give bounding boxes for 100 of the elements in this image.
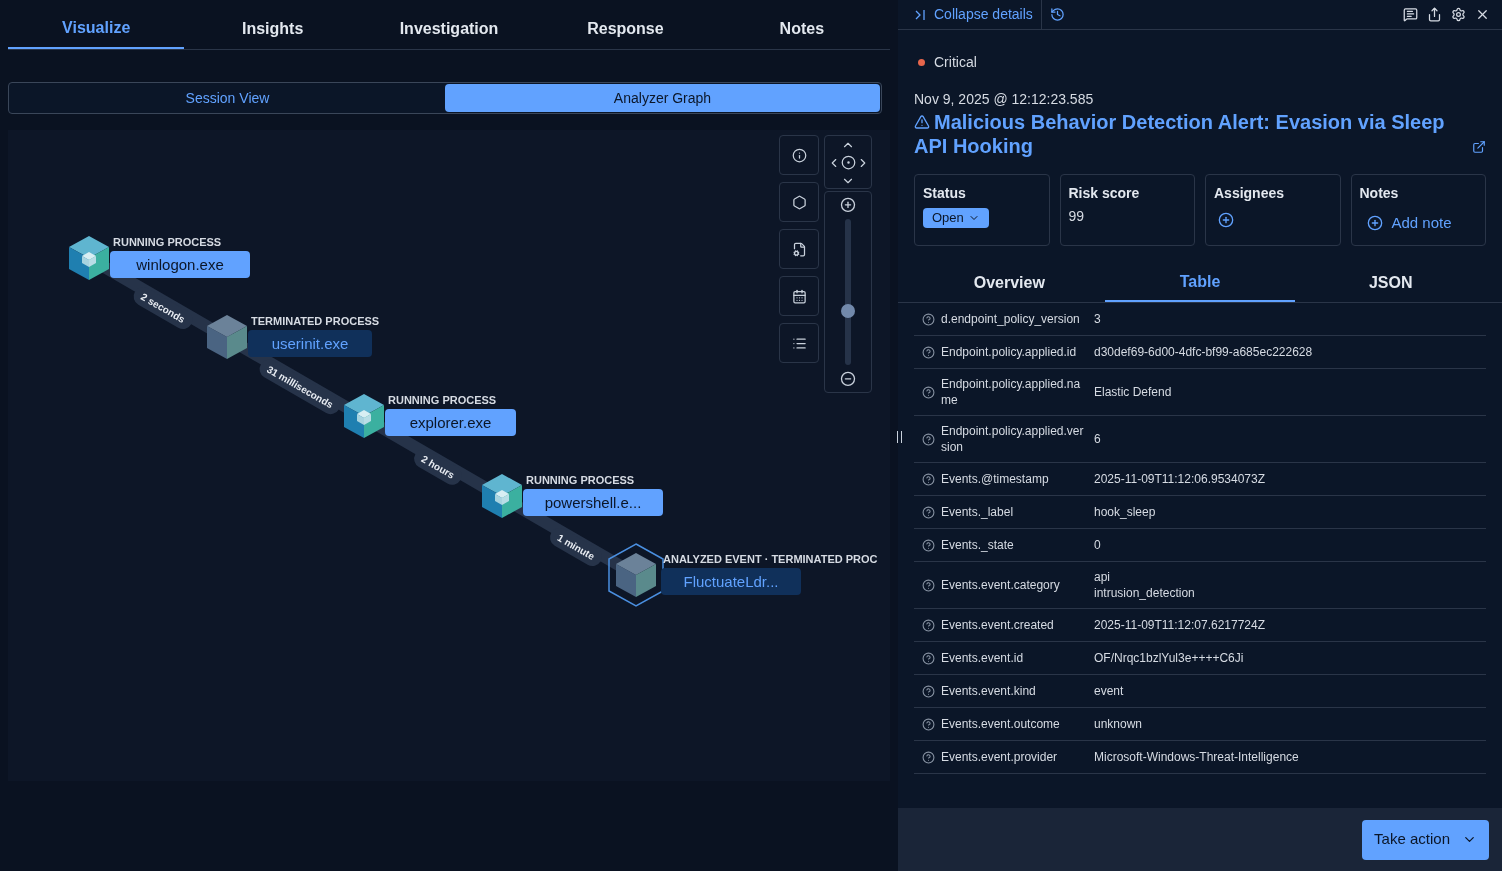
collapse-details-button[interactable]: Collapse details (914, 0, 1042, 29)
node-type-label: RUNNING PROCESS (388, 395, 497, 406)
field-type-icon (922, 684, 935, 698)
field-name: Endpoint.policy.applied.name (941, 376, 1082, 408)
process-name-button[interactable]: FluctuateLdr... (661, 568, 801, 595)
field-value: 2025-11-09T11:12:07.6217724Z (1094, 617, 1266, 633)
zoom-out-icon[interactable] (840, 371, 856, 387)
field-value: 6 (1094, 431, 1101, 447)
tab[interactable]: Visualize (8, 0, 185, 49)
field-name: Events._label (941, 504, 1015, 520)
field-name: Events.@timestamp (941, 471, 1050, 487)
document-gear-button[interactable] (779, 229, 819, 269)
tab[interactable]: Investigation (360, 0, 538, 49)
field-name: Events.event.kind (941, 683, 1037, 699)
field-type-icon (922, 717, 935, 731)
zoom-slider-thumb[interactable] (841, 304, 855, 319)
field-type-icon (922, 312, 935, 326)
pan-control[interactable] (824, 135, 872, 189)
risk-score-value: 99 (1068, 207, 1086, 226)
card-title: Notes (1359, 184, 1400, 203)
hexagon-button[interactable] (779, 182, 819, 222)
tab[interactable]: Notes (713, 0, 891, 49)
collapse-icon (914, 8, 926, 21)
document-gear-icon (791, 241, 807, 257)
field-name: Events.event.id (941, 650, 1025, 666)
field-type-icon (922, 505, 935, 519)
detail-tab[interactable]: JSON (1295, 264, 1486, 302)
field-value: api (1094, 569, 1111, 585)
cube-icon[interactable] (68, 235, 110, 281)
node-type-label: ANALYZED EVENT · TERMINATED PROC (663, 554, 878, 565)
card-title: Risk score (1068, 184, 1141, 203)
node-type-label: RUNNING PROCESS (113, 237, 222, 248)
field-type-icon (922, 618, 935, 632)
list-button[interactable] (779, 323, 819, 363)
field-value: event (1094, 683, 1124, 699)
alert-timestamp: Nov 9, 2025 @ 12:12:23.585 (914, 90, 1095, 109)
field-value: hook_sleep (1094, 504, 1156, 520)
process-name-button[interactable]: userinit.exe (248, 330, 372, 357)
severity-label: Critical (934, 53, 977, 72)
field-name: Events.event.outcome (941, 716, 1061, 732)
history-icon[interactable] (1049, 7, 1065, 22)
field-type-icon (922, 750, 935, 764)
field-type-icon (922, 432, 935, 446)
cube-icon[interactable] (343, 393, 385, 439)
field-value: 3 (1094, 311, 1101, 327)
add-assignee-icon[interactable] (1218, 212, 1234, 228)
view-toggle-option[interactable]: Session View (10, 84, 445, 112)
view-toggle-option[interactable]: Analyzer Graph (445, 84, 880, 112)
field-name: Events._state (941, 537, 1015, 553)
field-type-icon (922, 345, 935, 359)
field-name: Events.event.provider (941, 749, 1059, 765)
field-value: d30def69-6d00-4dfc-bf99-a685ec222628 (1094, 344, 1313, 360)
status-badge[interactable]: Open (923, 208, 989, 228)
plus-icon (1366, 215, 1383, 232)
field-type-icon (922, 472, 935, 486)
warning-icon (914, 114, 930, 130)
calendar-button[interactable] (779, 276, 819, 316)
field-type-icon (922, 385, 935, 399)
settings-icon[interactable] (1451, 7, 1466, 22)
center-icon[interactable] (841, 155, 856, 170)
card-title: Status (923, 184, 967, 203)
process-name-button[interactable]: winlogon.exe (110, 251, 250, 278)
field-name: Events.event.category (941, 577, 1061, 593)
field-type-icon (922, 651, 935, 665)
field-name: Events.event.created (941, 617, 1055, 633)
comment-icon[interactable] (1403, 7, 1418, 22)
add-note-button[interactable]: Add note (1366, 212, 1452, 235)
info-icon (791, 147, 807, 163)
process-name-button[interactable]: explorer.exe (385, 409, 516, 436)
field-type-icon (922, 578, 935, 592)
field-name: Endpoint.policy.applied.version (941, 423, 1085, 455)
tab[interactable]: Response (537, 0, 714, 49)
graph-canvas[interactable] (8, 130, 890, 781)
alert-title-link[interactable]: Malicious Behavior Detection Alert: Evasion via Sleep API Hooking (914, 110, 1472, 158)
card-title: Assignees (1214, 184, 1286, 203)
field-value: intrusion_detection (1094, 585, 1195, 601)
hexagon-icon (791, 194, 807, 210)
take-action-button[interactable]: Take action (1362, 819, 1489, 860)
zoom-in-icon[interactable] (840, 197, 856, 213)
process-name-button[interactable]: powershell.e... (523, 489, 663, 516)
field-name: Endpoint.policy.applied.id (941, 344, 1078, 360)
node-type-label: TERMINATED PROCESS (251, 316, 380, 327)
list-icon (791, 335, 807, 351)
field-value: Microsoft-Windows-Threat-Intelligence (1094, 749, 1299, 765)
panel-resize-handle[interactable] (897, 431, 902, 443)
field-name: d.endpoint_policy_version (941, 311, 1081, 327)
field-value: 2025-11-09T11:12:06.9534073Z (1094, 471, 1266, 487)
info-button[interactable] (779, 135, 819, 175)
cube-icon[interactable] (481, 473, 523, 519)
calendar-icon (791, 288, 807, 304)
field-type-icon (922, 538, 935, 552)
detail-tab[interactable]: Overview (914, 264, 1105, 302)
close-icon[interactable] (1475, 7, 1490, 22)
external-link-icon[interactable] (1472, 140, 1486, 154)
node-type-label: RUNNING PROCESS (526, 475, 635, 486)
detail-tab[interactable]: Table (1104, 264, 1296, 302)
field-value: 0 (1094, 537, 1101, 553)
tab[interactable]: Insights (184, 0, 361, 49)
share-icon[interactable] (1427, 7, 1442, 22)
field-value: Elastic Defend (1094, 384, 1172, 400)
